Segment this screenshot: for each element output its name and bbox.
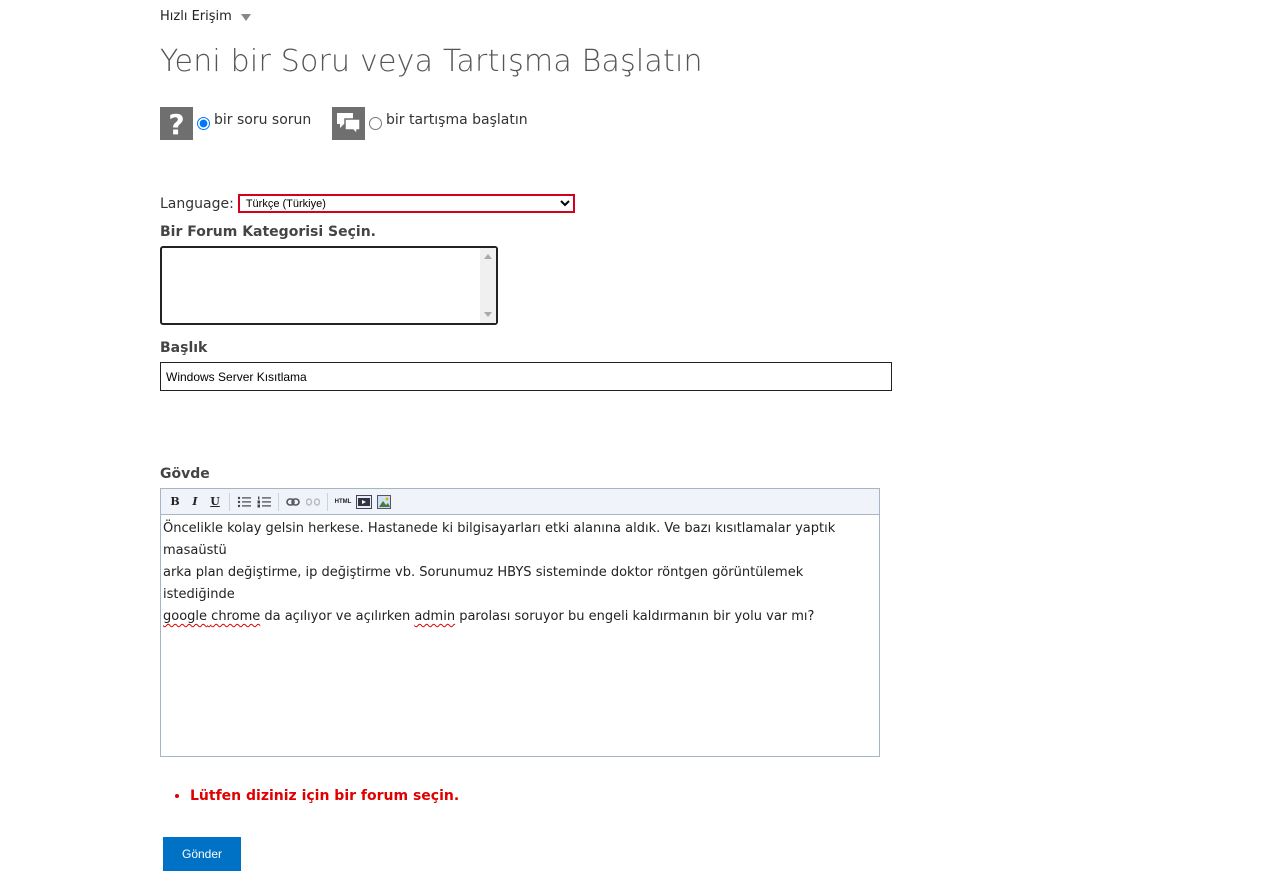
toolbar-separator <box>229 492 230 511</box>
scroll-down-icon[interactable] <box>484 312 492 317</box>
media-icon <box>356 494 372 509</box>
body-text-line: google chrome da açılıyor ve açılırken a… <box>163 606 877 628</box>
misspelled-word: admin <box>414 609 456 624</box>
question-mark-icon: ? <box>160 107 193 140</box>
body-text-line: arka plan değiştirme, ip değiştirme vb. … <box>163 565 804 602</box>
unlink-icon <box>306 497 320 506</box>
scroll-up-icon[interactable] <box>484 254 492 259</box>
insert-image-button[interactable] <box>374 492 394 512</box>
unlink-button[interactable] <box>303 492 323 512</box>
insert-link-button[interactable] <box>283 492 303 512</box>
body-text-segment: da açılıyor ve açılırken <box>260 609 415 624</box>
ask-question-radio[interactable] <box>197 117 210 130</box>
numbered-list-icon <box>257 496 271 507</box>
quick-access-menu[interactable]: Hızlı Erişim <box>160 9 251 24</box>
language-label: Language: <box>160 195 234 212</box>
validation-errors: Lütfen diziniz için bir forum seçin. <box>170 788 459 804</box>
editor-content[interactable]: Öncelikle kolay gelsin herkese. Hastaned… <box>161 515 879 631</box>
caret-down-icon <box>240 14 251 21</box>
bold-button[interactable]: B <box>165 492 185 512</box>
body-label: Gövde <box>160 466 210 482</box>
misspelled-word: google <box>163 609 208 624</box>
start-discussion-radio[interactable] <box>369 117 382 130</box>
forum-category-listbox[interactable] <box>160 246 498 325</box>
language-select[interactable]: Türkçe (Türkiye) <box>237 194 575 213</box>
ask-question-option[interactable]: ? bir soru sorun <box>160 107 311 140</box>
image-icon <box>377 494 391 509</box>
link-icon <box>286 497 300 506</box>
svg-text:?: ? <box>168 108 184 140</box>
category-label: Bir Forum Kategorisi Seçin. <box>160 224 376 240</box>
title-input[interactable] <box>160 362 892 391</box>
quick-access-label: Hızlı Erişim <box>160 9 232 24</box>
discussion-bubbles-icon <box>332 107 365 140</box>
body-editor: B I U HTML Öncelikle kolay gelsin herkes… <box>160 488 880 757</box>
bullet-list-button[interactable] <box>234 492 254 512</box>
body-text-line: Öncelikle kolay gelsin herkese. Hastaned… <box>163 521 836 558</box>
title-label: Başlık <box>160 340 208 356</box>
start-discussion-option[interactable]: bir tartışma başlatın <box>332 107 528 140</box>
bullet-list-icon <box>237 496 251 507</box>
html-source-button[interactable]: HTML <box>332 492 354 512</box>
submit-button[interactable]: Gönder <box>163 837 241 871</box>
italic-button[interactable]: I <box>185 492 205 512</box>
body-text-segment: parolası soruyor bu engeli kaldırmanın b… <box>455 609 815 624</box>
toolbar-separator <box>278 492 279 511</box>
misspelled-word: chrome <box>211 609 261 624</box>
ask-question-label: bir soru sorun <box>214 112 312 128</box>
editor-toolbar: B I U HTML <box>161 489 879 515</box>
page-title: Yeni bir Soru veya Tartışma Başlatın <box>160 44 703 79</box>
validation-error-item: Lütfen diziniz için bir forum seçin. <box>190 788 459 804</box>
toolbar-separator <box>327 492 328 511</box>
numbered-list-button[interactable] <box>254 492 274 512</box>
insert-media-button[interactable] <box>354 492 374 512</box>
category-scrollbar[interactable] <box>480 248 496 323</box>
underline-button[interactable]: U <box>205 492 225 512</box>
start-discussion-label: bir tartışma başlatın <box>386 112 528 128</box>
language-row: Language: Türkçe (Türkiye) <box>160 194 575 213</box>
